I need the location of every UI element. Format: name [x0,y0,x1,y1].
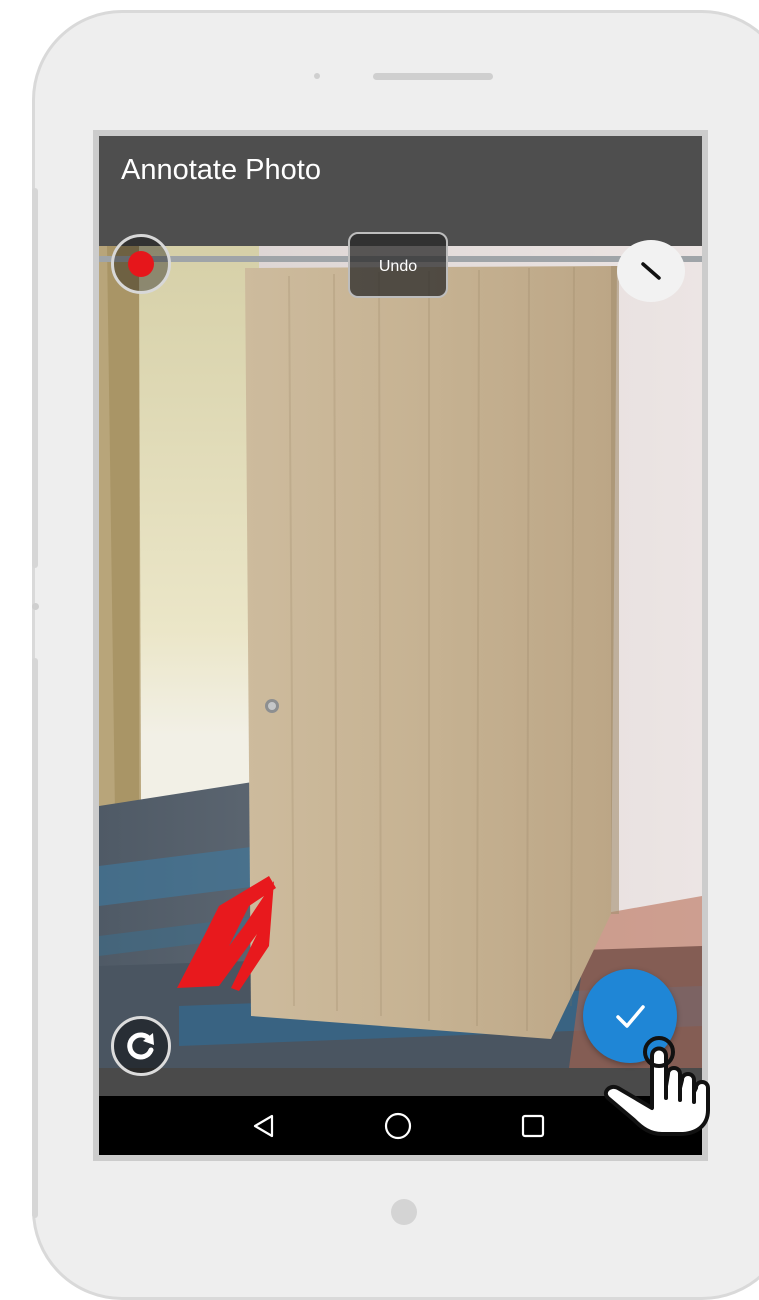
record-color-button[interactable] [111,234,171,294]
photo-canvas[interactable] [99,246,702,1068]
earpiece-speaker [373,73,493,80]
record-dot-icon [128,251,154,277]
app-bar: Annotate Photo [99,136,702,246]
side-button-lower [32,658,38,1218]
annotated-photo[interactable] [99,246,702,1068]
line-tool-button[interactable] [617,240,685,302]
home-nav-button[interactable] [358,1096,438,1155]
home-circle-icon [384,1112,412,1139]
undo-button[interactable]: Undo [348,232,448,298]
recents-nav-button[interactable] [493,1096,573,1155]
recents-square-icon [521,1114,545,1137]
page-title: Annotate Photo [121,154,321,186]
front-sensor [314,73,320,79]
side-sensor-dot [32,603,39,610]
rotate-button[interactable] [111,1016,171,1076]
side-button-upper [32,188,38,568]
home-button[interactable] [391,1199,417,1225]
line-tool-icon [641,262,661,280]
rotate-icon [127,1032,154,1060]
back-nav-button[interactable] [224,1096,304,1155]
hand-pointer-icon [603,1036,710,1136]
back-triangle-icon [253,1114,274,1137]
